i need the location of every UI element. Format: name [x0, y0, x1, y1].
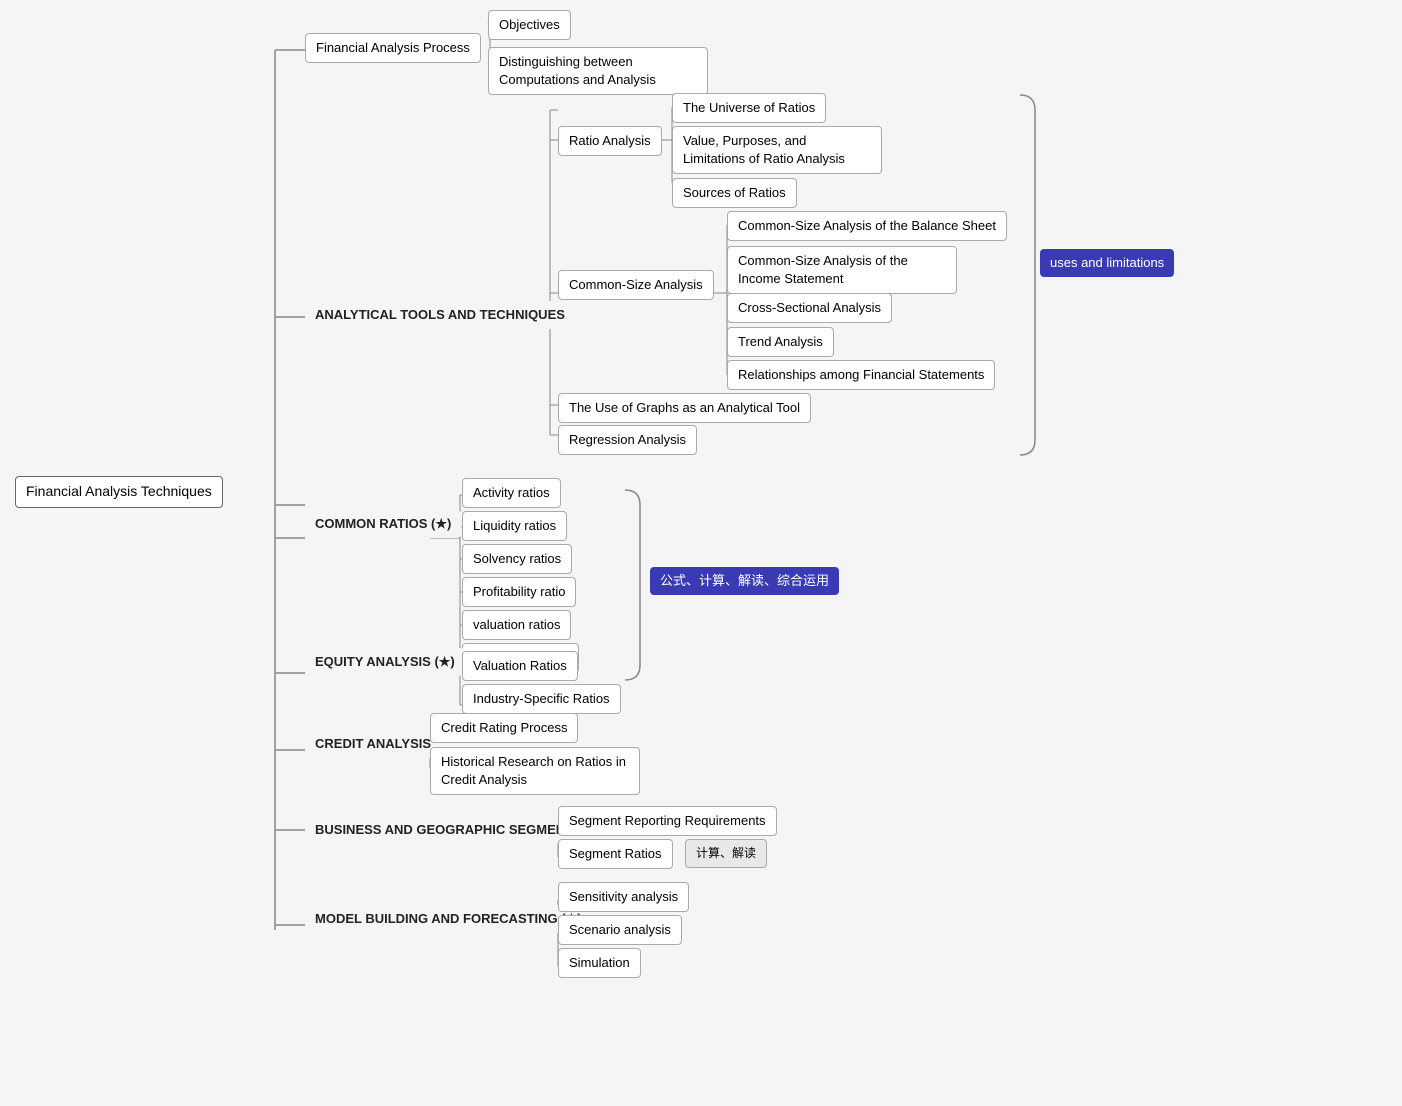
solvency-ratios-node: Solvency ratios [462, 544, 572, 574]
historical-research-label: Historical Research on Ratios in Credit … [430, 747, 640, 795]
credit-rating-node: Credit Rating Process [430, 713, 578, 743]
root-label: Financial Analysis Techniques [15, 476, 223, 508]
profitability-ratio-node: Profitability ratio [462, 577, 576, 607]
use-of-graphs-label: The Use of Graphs as an Analytical Tool [558, 393, 811, 423]
uses-limitations-node[interactable]: uses and limitations [1040, 249, 1174, 277]
relationships-label: Relationships among Financial Statements [727, 360, 995, 390]
sensitivity-node: Sensitivity analysis [558, 882, 689, 912]
sources-of-ratios-label: Sources of Ratios [672, 178, 797, 208]
scenario-label: Scenario analysis [558, 915, 682, 945]
segment-reporting-label: Segment Reporting Requirements [558, 806, 777, 836]
value-purposes-label: Value, Purposes, and Limitations of Rati… [672, 126, 882, 174]
common-size-balance-node: Common-Size Analysis of the Balance Shee… [727, 211, 1007, 241]
model-building-node: MODEL BUILDING AND FORECASTING (★) [305, 905, 592, 933]
use-of-graphs-node: The Use of Graphs as an Analytical Tool [558, 393, 811, 423]
financial-analysis-process-node: Financial Analysis Process [305, 33, 481, 63]
universe-of-ratios-label: The Universe of Ratios [672, 93, 826, 123]
equity-analysis-node: EQUITY ANALYSIS (★) [305, 648, 465, 676]
model-building-label: MODEL BUILDING AND FORECASTING (★) [305, 905, 592, 933]
sources-of-ratios-node: Sources of Ratios [672, 178, 797, 208]
common-size-income-node: Common-Size Analysis of the Income State… [727, 246, 957, 294]
common-size-balance-label: Common-Size Analysis of the Balance Shee… [727, 211, 1007, 241]
analytical-tools-node: ANALYTICAL TOOLS AND TECHNIQUES [305, 301, 575, 329]
universe-of-ratios-node: The Universe of Ratios [672, 93, 826, 123]
liquidity-ratios-node: Liquidity ratios [462, 511, 567, 541]
regression-node: Regression Analysis [558, 425, 697, 455]
valuation-ratios-label: valuation ratios [462, 610, 571, 640]
segment-ratios-label: Segment Ratios [558, 839, 673, 869]
calc-cn-label[interactable]: 计算、解读 [685, 839, 767, 868]
formula-cn-label[interactable]: 公式、计算、解读、综合运用 [650, 567, 839, 595]
trend-analysis-node: Trend Analysis [727, 327, 834, 357]
credit-rating-label: Credit Rating Process [430, 713, 578, 743]
simulation-node: Simulation [558, 948, 641, 978]
financial-analysis-process-label: Financial Analysis Process [305, 33, 481, 63]
common-size-income-label: Common-Size Analysis of the Income State… [727, 246, 957, 294]
sensitivity-label: Sensitivity analysis [558, 882, 689, 912]
segment-reporting-node: Segment Reporting Requirements [558, 806, 777, 836]
profitability-ratio-label: Profitability ratio [462, 577, 576, 607]
value-purposes-node: Value, Purposes, and Limitations of Rati… [672, 126, 882, 174]
ratio-analysis-label: Ratio Analysis [558, 126, 662, 156]
solvency-ratios-label: Solvency ratios [462, 544, 572, 574]
objectives-node: Objectives [488, 10, 571, 40]
common-ratios-node: COMMON RATIOS (★) [305, 510, 461, 538]
activity-ratios-label: Activity ratios [462, 478, 561, 508]
equity-analysis-label: EQUITY ANALYSIS (★) [305, 648, 465, 676]
regression-label: Regression Analysis [558, 425, 697, 455]
credit-analysis-label: CREDIT ANALYSIS [305, 730, 441, 758]
industry-specific-node: Industry-Specific Ratios [462, 684, 621, 714]
valuation-ratios-eq-node: Valuation Ratios [462, 651, 578, 681]
credit-analysis-node: CREDIT ANALYSIS [305, 730, 441, 758]
segment-ratios-node: Segment Ratios [558, 839, 673, 869]
distinguishing-label: Distinguishing between Computations and … [488, 47, 708, 95]
root-node: Financial Analysis Techniques [15, 476, 223, 508]
liquidity-ratios-label: Liquidity ratios [462, 511, 567, 541]
mind-map: Financial Analysis Techniques Financial … [0, 0, 1402, 1106]
analytical-tools-label: ANALYTICAL TOOLS AND TECHNIQUES [305, 301, 575, 329]
industry-specific-label: Industry-Specific Ratios [462, 684, 621, 714]
common-size-analysis-node: Common-Size Analysis [558, 270, 714, 300]
uses-limitations-label[interactable]: uses and limitations [1040, 249, 1174, 277]
activity-ratios-node: Activity ratios [462, 478, 561, 508]
ratio-analysis-node: Ratio Analysis [558, 126, 662, 156]
objectives-label: Objectives [488, 10, 571, 40]
cross-sectional-label: Cross-Sectional Analysis [727, 293, 892, 323]
common-size-analysis-label: Common-Size Analysis [558, 270, 714, 300]
simulation-label: Simulation [558, 948, 641, 978]
business-geo-node: BUSINESS AND GEOGRAPHIC SEGMENTS [305, 816, 592, 844]
valuation-ratios-node: valuation ratios [462, 610, 571, 640]
historical-research-node: Historical Research on Ratios in Credit … [430, 747, 640, 795]
valuation-ratios-eq-label: Valuation Ratios [462, 651, 578, 681]
relationships-node: Relationships among Financial Statements [727, 360, 995, 390]
business-geo-label: BUSINESS AND GEOGRAPHIC SEGMENTS [305, 816, 592, 844]
cross-sectional-node: Cross-Sectional Analysis [727, 293, 892, 323]
calc-cn-node[interactable]: 计算、解读 [685, 839, 767, 868]
formula-cn-node[interactable]: 公式、计算、解读、综合运用 [650, 567, 839, 595]
trend-analysis-label: Trend Analysis [727, 327, 834, 357]
scenario-node: Scenario analysis [558, 915, 682, 945]
common-ratios-label: COMMON RATIOS (★) [305, 510, 461, 538]
distinguishing-node: Distinguishing between Computations and … [488, 47, 708, 95]
